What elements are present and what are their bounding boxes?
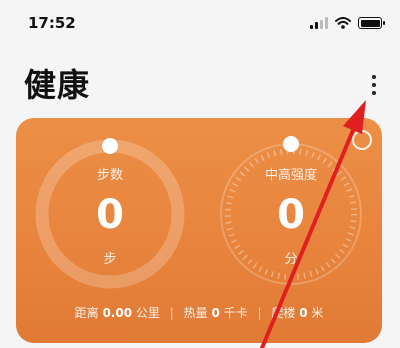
distance-unit: 公里 [135,306,160,320]
calorie-unit: 千卡 [223,306,248,320]
intensity-ring-knob [283,136,299,152]
calorie-value: 0 [211,306,220,320]
intensity-label: 中高强度 [264,168,317,183]
floors-unit: 米 [311,306,324,320]
steps-value: 0 [96,192,124,238]
corner-ring-icon [352,130,372,150]
status-bar: 17:52 [0,0,400,44]
distance-label: 距离 [74,306,99,320]
more-options-button[interactable] [366,70,382,100]
wifi-icon [335,17,351,29]
distance-value: 0.00 [102,306,133,320]
more-vertical-icon [372,75,376,79]
steps-unit: 步 [103,252,117,267]
floors-label: 爬楼 [271,306,296,320]
battery-icon [358,17,385,29]
signal-icon [310,17,328,29]
health-card[interactable]: 步数 0 步 中高强度 0 分 距离 0.00 公里 | 热量 0 千卡 | 爬… [16,118,382,343]
floors-value: 0 [299,306,308,320]
status-time: 17:52 [28,14,76,32]
intensity-value: 0 [277,192,305,238]
summary-divider: | [257,306,262,320]
steps-ring-knob [102,138,118,154]
page-title: 健康 [24,66,91,104]
intensity-unit: 分 [284,252,298,267]
calorie-label: 热量 [183,306,208,320]
summary-divider: | [169,306,174,320]
activity-summary: 距离 0.00 公里 | 热量 0 千卡 | 爬楼 0 米 [16,304,382,321]
steps-label: 步数 [96,168,123,183]
status-icons [310,16,385,30]
